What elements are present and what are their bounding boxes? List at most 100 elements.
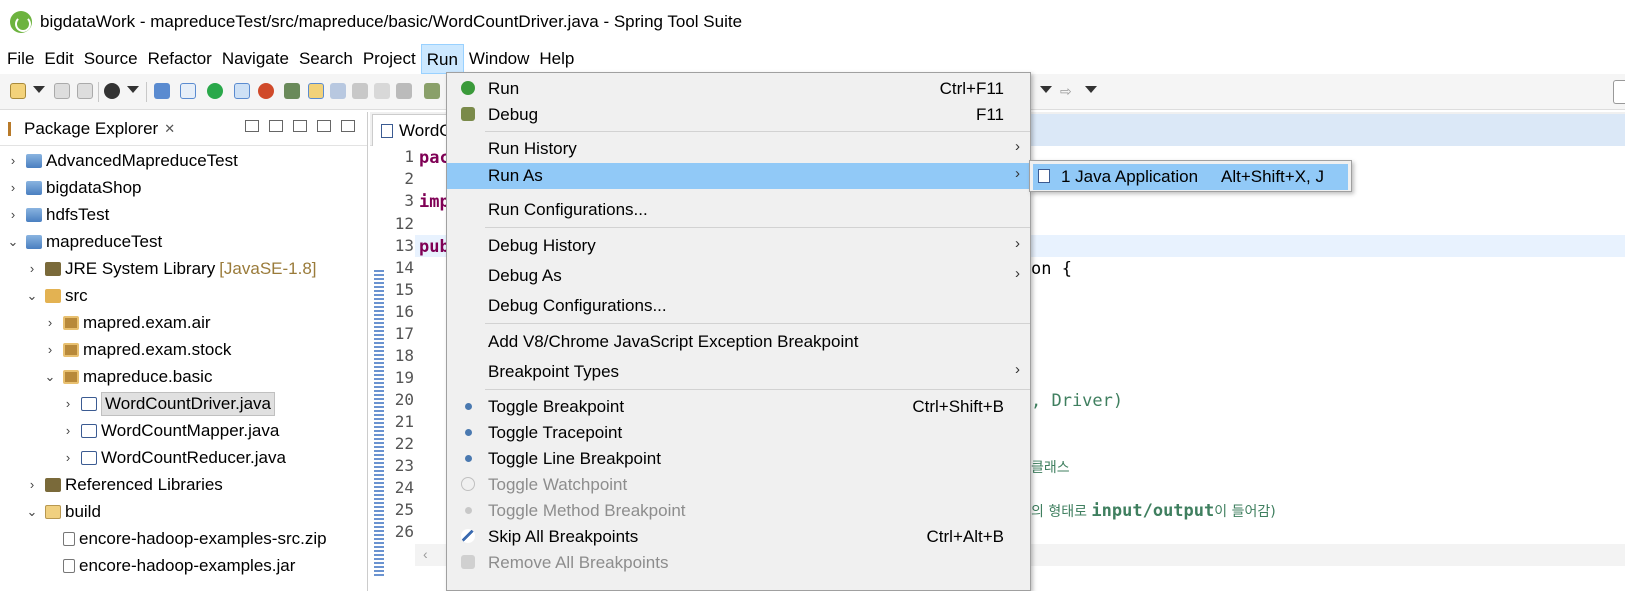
menu-item-run-configurations[interactable]: Run Configurations...	[447, 197, 1030, 223]
show-whitespace-icon[interactable]	[374, 83, 390, 99]
task-icon[interactable]	[330, 83, 346, 99]
menu-edit[interactable]: Edit	[39, 44, 78, 74]
minimize-icon[interactable]	[317, 120, 331, 132]
chevron-right-icon[interactable]: ›	[25, 477, 39, 492]
maximize-icon[interactable]	[341, 120, 355, 132]
menu-help[interactable]: Help	[534, 44, 579, 74]
profile-dropdown-icon[interactable]	[127, 86, 139, 93]
highlight-icon[interactable]	[308, 83, 324, 99]
chevron-down-icon[interactable]: ⌄	[25, 504, 39, 520]
view-menu-icon[interactable]	[293, 120, 307, 132]
menu-run[interactable]: Run	[420, 44, 464, 74]
code-line-25-tail[interactable]: 의 형태로 input/output이 들어감)	[1031, 501, 1276, 521]
save-all-icon[interactable]	[77, 83, 93, 99]
menu-item-toggle-watchpoint[interactable]: Toggle Watchpoint	[447, 472, 1030, 498]
scroll-left-icon[interactable]: ‹	[423, 546, 428, 562]
quick-access-field[interactable]	[1613, 80, 1625, 104]
code-line-14-tail[interactable]: on {	[1031, 259, 1072, 279]
tree-item-bigdatashop[interactable]: › bigdataShop	[6, 174, 142, 201]
tree-item-label: WordCountDriver.java	[101, 391, 275, 416]
tree-item-mapreducetest[interactable]: ⌄ mapreduceTest	[6, 228, 163, 255]
tree-item-wordcountmapper[interactable]: › WordCountMapper.java	[61, 417, 279, 444]
block-selection-icon[interactable]	[352, 83, 368, 99]
menu-window[interactable]: Window	[464, 44, 534, 74]
new-dropdown-icon[interactable]	[33, 86, 45, 93]
menu-search[interactable]: Search	[294, 44, 358, 74]
link-with-editor-icon[interactable]	[269, 120, 283, 132]
toolbar-icon[interactable]	[396, 83, 412, 99]
profile-icon[interactable]	[104, 83, 120, 99]
chevron-right-icon[interactable]: ›	[6, 180, 20, 195]
source-folder-icon	[45, 288, 61, 303]
menu-item-toggle-line-breakpoint[interactable]: Toggle Line Breakpoint	[447, 446, 1030, 472]
console-icon[interactable]	[154, 83, 170, 99]
tree-item-mapred-exam-air[interactable]: › mapred.exam.air	[43, 309, 211, 336]
submenu-item-java-application[interactable]: 1 Java Application Alt+Shift+X, J	[1033, 164, 1348, 190]
chevron-right-icon[interactable]: ›	[6, 207, 20, 222]
menu-item-breakpoint-types[interactable]: Breakpoint Types ›	[447, 359, 1030, 385]
chevron-right-icon[interactable]: ›	[6, 153, 20, 168]
tree-item-mapreduce-basic[interactable]: ⌄ mapreduce.basic	[43, 363, 213, 390]
toolbar-icon[interactable]	[424, 83, 440, 99]
maven-project-icon	[26, 180, 42, 195]
boot-dashboard-icon[interactable]	[207, 83, 223, 99]
refresh-icon[interactable]	[258, 83, 274, 99]
menu-item-debug[interactable]: Debug F11	[447, 102, 1030, 128]
code-line-23-tail[interactable]: 클래스	[1031, 457, 1070, 477]
chevron-right-icon[interactable]: ›	[61, 450, 75, 465]
chevron-down-icon[interactable]: ⌄	[6, 234, 20, 250]
tree-item-wordcountdriver[interactable]: › WordCountDriver.java	[61, 390, 275, 417]
tree-item-referenced-libraries[interactable]: › Referenced Libraries	[25, 471, 223, 498]
forward-icon[interactable]: ⇨	[1060, 83, 1076, 99]
chevron-right-icon[interactable]: ›	[61, 396, 75, 411]
tree-item-jre-system-library[interactable]: › JRE System Library [JavaSE-1.8]	[25, 255, 317, 282]
history-dropdown-icon[interactable]	[1040, 86, 1052, 93]
menu-item-run-as[interactable]: Run As ›	[447, 163, 1030, 189]
chevron-down-icon[interactable]: ⌄	[43, 369, 57, 385]
chevron-right-icon[interactable]: ›	[43, 315, 57, 330]
new-icon[interactable]	[10, 83, 26, 99]
tree-item-examples-src-zip[interactable]: encore-hadoop-examples-src.zip	[63, 525, 327, 552]
menu-item-debug-configurations[interactable]: Debug Configurations...	[447, 293, 1030, 319]
collapse-all-icon[interactable]	[245, 120, 259, 132]
menu-item-toggle-tracepoint[interactable]: Toggle Tracepoint	[447, 420, 1030, 446]
menu-item-toggle-method-breakpoint[interactable]: Toggle Method Breakpoint	[447, 498, 1030, 524]
tree-item-label: encore-hadoop-examples.jar	[79, 555, 296, 575]
tree-item-examples-jar[interactable]: encore-hadoop-examples.jar	[63, 552, 295, 579]
tree-item-mapred-exam-stock[interactable]: › mapred.exam.stock	[43, 336, 232, 363]
tree-item-build[interactable]: ⌄ build	[25, 498, 101, 525]
menu-item-run[interactable]: Run Ctrl+F11	[447, 76, 1030, 102]
menu-file[interactable]: File	[2, 44, 39, 74]
package-explorer-tab[interactable]: Package Explorer ✕	[8, 119, 175, 139]
chevron-right-icon[interactable]: ›	[25, 261, 39, 276]
code-line-20-tail[interactable]: , Driver)	[1031, 391, 1123, 411]
chevron-right-icon[interactable]: ›	[61, 423, 75, 438]
tree-item-label: bigdataShop	[46, 177, 142, 197]
save-icon[interactable]	[54, 83, 70, 99]
chevron-down-icon[interactable]: ⌄	[25, 288, 39, 304]
menu-refactor[interactable]: Refactor	[143, 44, 217, 74]
project-icon	[26, 153, 42, 168]
tree-item-hdfstest[interactable]: › hdfsTest	[6, 201, 109, 228]
menu-item-run-history[interactable]: Run History ›	[447, 136, 1030, 162]
menu-item-accelerator: F11	[975, 105, 1004, 124]
menu-item-debug-as[interactable]: Debug As ›	[447, 263, 1030, 289]
menu-item-label: Toggle Method Breakpoint	[488, 501, 686, 520]
skip-breakpoints-toolbar-icon[interactable]	[180, 83, 196, 99]
menu-item-add-v8-exception-breakpoint[interactable]: Add V8/Chrome JavaScript Exception Break…	[447, 329, 1030, 355]
menu-item-remove-all-breakpoints[interactable]: Remove All Breakpoints	[447, 550, 1030, 576]
tree-item-src[interactable]: ⌄ src	[25, 282, 88, 309]
chevron-right-icon[interactable]: ›	[43, 342, 57, 357]
tree-item-wordcountreducer[interactable]: › WordCountReducer.java	[61, 444, 286, 471]
menu-navigate[interactable]: Navigate	[217, 44, 294, 74]
menu-item-debug-history[interactable]: Debug History ›	[447, 233, 1030, 259]
close-icon[interactable]: ✕	[164, 121, 175, 137]
toggle-mark-occurrences-icon[interactable]	[234, 83, 250, 99]
forward-dropdown-icon[interactable]	[1085, 86, 1097, 93]
menu-source[interactable]: Source	[79, 44, 143, 74]
menu-item-toggle-breakpoint[interactable]: Toggle Breakpoint Ctrl+Shift+B	[447, 394, 1030, 420]
tree-item-advancedmapreducetest[interactable]: › AdvancedMapreduceTest	[6, 147, 238, 174]
open-type-icon[interactable]	[284, 83, 300, 99]
menu-item-skip-all-breakpoints[interactable]: Skip All Breakpoints Ctrl+Alt+B	[447, 524, 1030, 550]
menu-project[interactable]: Project	[358, 44, 421, 74]
